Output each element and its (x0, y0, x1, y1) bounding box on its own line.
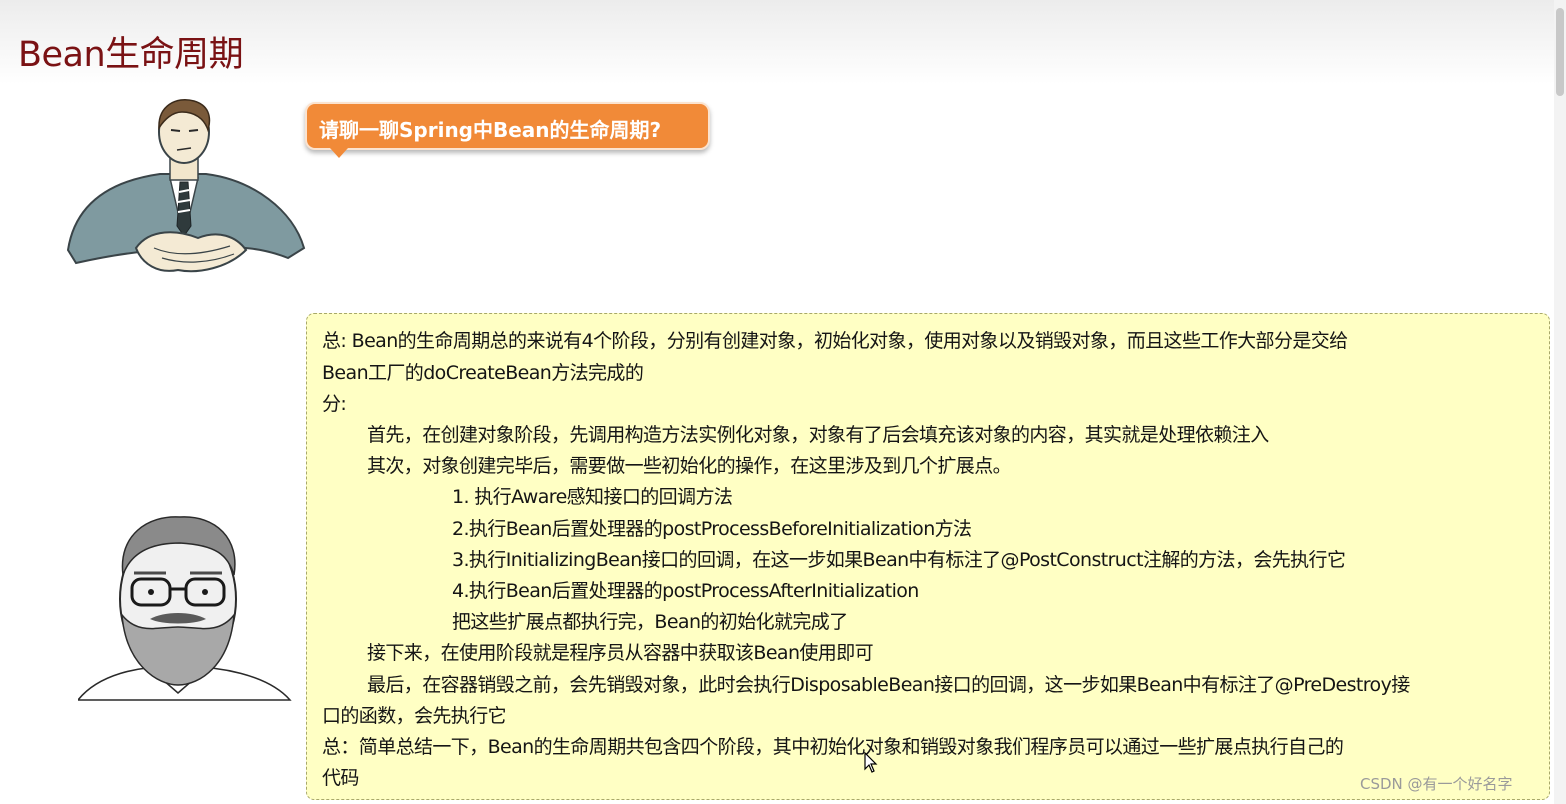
interviewer-illustration (66, 99, 306, 273)
answer-line: 其次，对象创建完毕后，需要做一些初始化的操作，在这里涉及到几个扩展点。 (367, 455, 1012, 477)
answer-line: 口的函数，会先执行它 (322, 705, 507, 727)
answer-line: 总：简单总结一下，Bean的生命周期共包含四个阶段，其中初始化对象和销毁对象我们… (322, 736, 1344, 758)
bearded-engineer-illustration (78, 516, 292, 701)
question-bubble: 请聊一聊Spring中Bean的生命周期? (305, 102, 710, 150)
answer-line: 首先，在创建对象阶段，先调用构造方法实例化对象，对象有了后会填充该对象的内容，其… (367, 424, 1269, 446)
page-title: Bean生命周期 (18, 35, 244, 75)
bubble-tail (330, 148, 348, 158)
answer-list-item: 1. 执行Aware感知接口的回调方法 (452, 486, 733, 508)
answer-list-item: 3.执行InitializingBean接口的回调，在这一步如果Bean中有标注… (452, 549, 1346, 571)
watermark: CSDN @有一个好名字 (1360, 775, 1513, 793)
vertical-scrollbar[interactable] (1554, 0, 1566, 804)
answer-line: 代码 (322, 767, 359, 789)
answer-list-item: 把这些扩展点都执行完，Bean的初始化就完成了 (452, 611, 848, 633)
answer-line: 接下来，在使用阶段就是程序员从容器中获取该Bean使用即可 (367, 642, 874, 664)
answer-line: 分: (322, 393, 347, 415)
mouse-cursor-icon (864, 752, 878, 773)
answer-line: 总: Bean的生命周期总的来说有4个阶段，分别有创建对象，初始化对象，使用对象… (322, 330, 1348, 352)
scroll-thumb[interactable] (1556, 8, 1564, 96)
question-text: 请聊一聊Spring中Bean的生命周期? (319, 118, 662, 142)
answer-line: Bean工厂的doCreateBean方法完成的 (322, 362, 644, 384)
answer-list-item: 2.执行Bean后置处理器的postProcessBeforeInitializ… (452, 518, 972, 540)
answer-list-item: 4.执行Bean后置处理器的postProcessAfterInitializa… (452, 580, 919, 602)
slide-header: Bean生命周期 (0, 0, 1566, 84)
answer-line: 最后，在容器销毁之前，会先销毁对象，此时会执行DisposableBean接口的… (367, 674, 1410, 696)
